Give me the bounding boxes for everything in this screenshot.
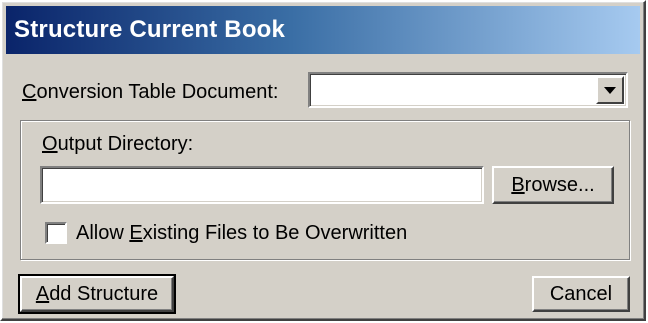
dropdown-button[interactable] [596, 76, 624, 104]
browse-button[interactable]: Browse... [492, 166, 614, 204]
allow-overwrite-checkbox[interactable] [45, 222, 67, 244]
output-directory-label-mnemonic: O [42, 133, 58, 155]
dialog-title: Structure Current Book [14, 16, 286, 43]
structure-current-book-dialog: Structure Current Book Conversion Table … [0, 0, 646, 321]
allow-overwrite-mnemonic: E [129, 222, 143, 244]
allow-overwrite-label-after: xisting Files to Be Overwritten [142, 222, 408, 244]
output-directory-input[interactable] [40, 166, 484, 204]
add-structure-mnemonic: A [35, 283, 50, 305]
allow-overwrite-label[interactable]: Allow Existing Files to Be Overwritten [76, 222, 407, 245]
title-bar[interactable]: Structure Current Book [6, 6, 640, 54]
browse-mnemonic: B [511, 174, 525, 196]
cancel-label: Cancel [549, 283, 613, 305]
output-directory-label-text: utput Directory: [57, 133, 194, 155]
conversion-table-label-mnemonic: C [22, 81, 37, 103]
chevron-down-icon [604, 87, 616, 94]
add-structure-button[interactable]: Add Structure [18, 274, 176, 314]
cancel-button[interactable]: Cancel [532, 276, 630, 312]
conversion-table-dropdown[interactable] [308, 72, 628, 108]
conversion-table-label-text: onversion Table Document: [36, 81, 279, 103]
allow-overwrite-label-before: Allow [76, 222, 130, 244]
browse-label: rowse... [524, 174, 595, 196]
output-directory-label: Output Directory: [42, 133, 193, 156]
add-structure-label: dd Structure [49, 283, 159, 305]
conversion-table-label: Conversion Table Document: [22, 81, 278, 104]
